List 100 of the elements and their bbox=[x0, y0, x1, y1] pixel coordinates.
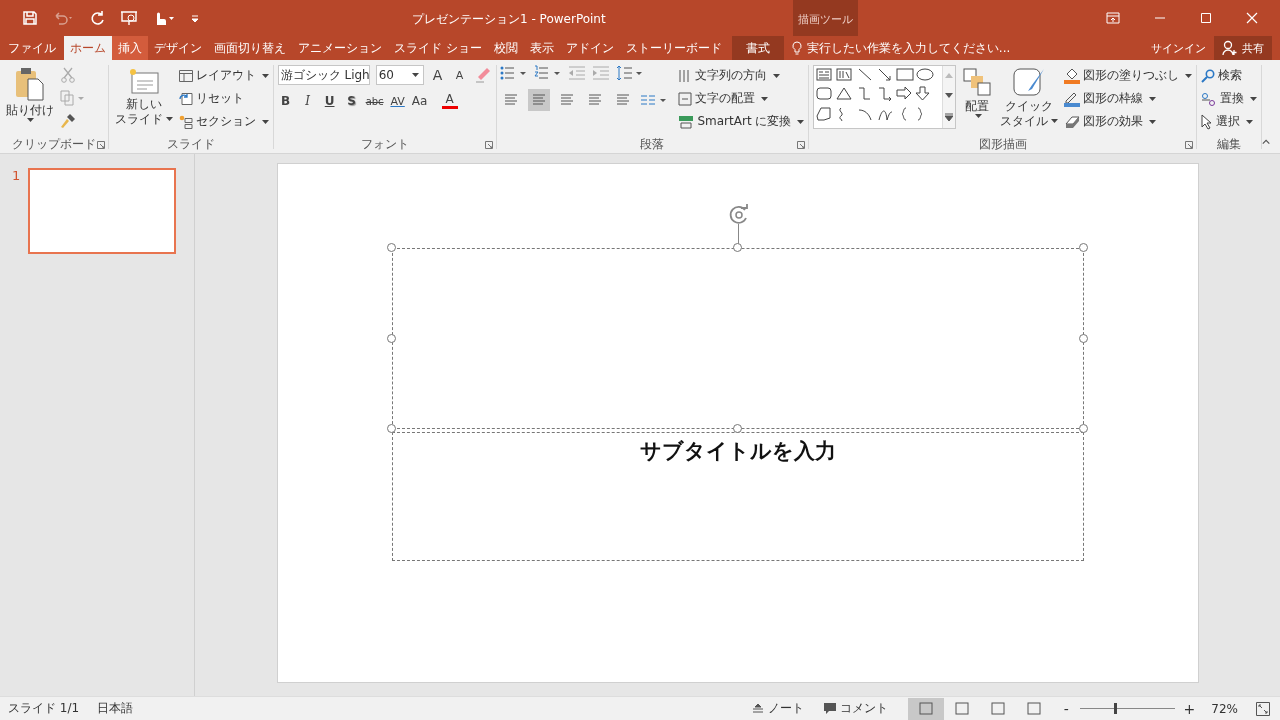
pen-icon bbox=[1064, 90, 1081, 107]
align-text-button[interactable]: 文字の配置 bbox=[678, 89, 769, 108]
caret-icon bbox=[411, 73, 419, 77]
arrange-button[interactable]: 配置 bbox=[960, 65, 995, 122]
bullets-icon[interactable] bbox=[500, 65, 529, 81]
format-button[interactable]: A bbox=[441, 93, 458, 109]
caret-icon bbox=[261, 119, 269, 124]
layout-button[interactable]: レイアウト bbox=[178, 66, 269, 85]
subtitle-placeholder[interactable]: サブタイトルを入力 bbox=[391, 432, 1084, 561]
zoom-level[interactable]: 72% bbox=[1211, 701, 1238, 716]
ribbon-tab[interactable]: 表示 bbox=[523, 36, 560, 60]
text-direction-button[interactable]: 文字列の方向 bbox=[678, 66, 781, 85]
placeholder-text: サブタイトルを入力 bbox=[639, 438, 836, 465]
notes-icon bbox=[752, 703, 765, 714]
resize-handle[interactable] bbox=[1078, 424, 1088, 433]
line-spacing-icon[interactable] bbox=[616, 65, 645, 81]
replace-button[interactable]: 置換 bbox=[1201, 89, 1258, 108]
resize-handle[interactable] bbox=[386, 243, 396, 252]
format-button[interactable]: U bbox=[321, 94, 338, 108]
resize-handle[interactable] bbox=[386, 333, 396, 343]
dialog-launcher-icon[interactable] bbox=[97, 141, 105, 149]
format-button[interactable]: Aa bbox=[411, 94, 428, 108]
ribbon-tab[interactable]: 校閲 bbox=[487, 36, 524, 60]
dialog-launcher-icon[interactable] bbox=[484, 141, 493, 149]
maximize-icon[interactable] bbox=[1200, 12, 1212, 24]
share-button[interactable]: 共有 bbox=[1214, 36, 1272, 60]
resize-handle[interactable] bbox=[1078, 333, 1088, 343]
format-button[interactable]: I bbox=[299, 94, 316, 108]
find-button[interactable]: 検索 bbox=[1201, 66, 1243, 85]
arrange-icon bbox=[962, 67, 993, 97]
ribbon-tab[interactable]: スライド ショー bbox=[388, 36, 488, 60]
scroll-down-icon[interactable] bbox=[945, 93, 954, 98]
ribbon-tab[interactable]: ストーリーボード bbox=[619, 36, 728, 60]
slide-thumbnail[interactable] bbox=[28, 168, 176, 254]
quick-styles-button[interactable]: クイック スタイル bbox=[998, 65, 1061, 131]
save-icon[interactable] bbox=[22, 10, 38, 26]
clipboard-icon bbox=[14, 67, 46, 101]
caret-icon bbox=[773, 73, 781, 78]
window-title: プレゼンテーション1 - PowerPoint bbox=[412, 11, 606, 28]
ribbon-display-icon[interactable] bbox=[1106, 11, 1120, 25]
person-add-icon bbox=[1222, 40, 1238, 56]
increase-indent-icon[interactable] bbox=[592, 66, 611, 80]
zoom-in-button[interactable]: + bbox=[1183, 700, 1196, 717]
collapse-ribbon-icon[interactable] bbox=[1261, 139, 1270, 145]
caret-icon bbox=[1250, 96, 1258, 101]
font-name-field[interactable]: 游ゴシック Ligh bbox=[277, 65, 370, 85]
close-icon[interactable] bbox=[1246, 12, 1258, 24]
view-icon[interactable] bbox=[908, 697, 945, 720]
resize-handle[interactable] bbox=[732, 424, 742, 433]
format-button[interactable]: AV bbox=[389, 94, 406, 108]
more-icon[interactable] bbox=[945, 112, 954, 121]
eraser-icon[interactable] bbox=[473, 67, 492, 83]
comments-button[interactable]: コメント bbox=[824, 700, 889, 717]
columns-icon[interactable] bbox=[640, 92, 669, 108]
sign-in-link[interactable]: サインイン bbox=[1143, 36, 1214, 60]
format-button[interactable]: abc bbox=[365, 95, 384, 107]
ribbon-tab[interactable]: 画面切り替え bbox=[208, 36, 292, 60]
resize-handle[interactable] bbox=[732, 243, 742, 252]
select-button[interactable]: 選択 bbox=[1201, 112, 1254, 131]
ribbon-tab[interactable]: ホーム bbox=[64, 36, 112, 60]
shape-effects-button[interactable]: 図形の効果 bbox=[1064, 112, 1157, 131]
ribbon-tab[interactable]: アニメーション bbox=[292, 36, 388, 60]
ribbon-tab[interactable]: 書式 bbox=[731, 36, 784, 60]
presentation-icon[interactable] bbox=[120, 10, 138, 26]
section-button[interactable]: セクション bbox=[178, 112, 269, 131]
new-slide-button[interactable]: 新しい スライド bbox=[112, 65, 175, 129]
notes-button[interactable]: ノート bbox=[752, 700, 805, 717]
ribbon-tab[interactable]: アドイン bbox=[559, 36, 620, 60]
reset-button[interactable]: リセット bbox=[178, 89, 244, 108]
section-icon bbox=[178, 114, 193, 129]
zoom-out-button[interactable]: - bbox=[1060, 700, 1073, 717]
align-icon[interactable] bbox=[528, 89, 551, 111]
lightbulb-icon bbox=[791, 41, 802, 55]
resize-handle[interactable] bbox=[386, 424, 396, 433]
grow-font-button[interactable]: A bbox=[429, 67, 446, 83]
language-indicator[interactable]: 日本語 bbox=[97, 700, 134, 717]
dialog-launcher-icon[interactable] bbox=[1185, 141, 1194, 149]
fit-to-window-icon[interactable] bbox=[1256, 701, 1270, 716]
tell-me-field[interactable]: 実行したい作業を入力してください... bbox=[791, 36, 1011, 60]
caret-icon bbox=[1246, 119, 1254, 124]
shape-outline-button[interactable]: 図形の枠線 bbox=[1064, 89, 1157, 108]
format-button[interactable]: B bbox=[277, 94, 294, 108]
ribbon-tab[interactable]: 挿入 bbox=[112, 36, 148, 60]
paste-button[interactable]: 貼り付け bbox=[4, 65, 56, 126]
shrink-font-button[interactable]: A bbox=[451, 68, 468, 82]
scissors-icon[interactable] bbox=[60, 67, 76, 83]
caret-icon bbox=[761, 96, 769, 101]
dialog-launcher-icon[interactable] bbox=[797, 141, 806, 149]
decrease-indent-icon[interactable] bbox=[568, 66, 587, 80]
format-painter-icon[interactable] bbox=[60, 113, 76, 129]
smartart-button[interactable]: SmartArt に変換 bbox=[678, 112, 805, 131]
redo-icon[interactable] bbox=[90, 10, 106, 26]
ribbon-tab[interactable]: デザイン bbox=[148, 36, 208, 60]
format-button[interactable]: S bbox=[343, 94, 360, 108]
shape-fill-button[interactable]: 図形の塗りつぶし bbox=[1064, 66, 1193, 85]
ribbon-tab[interactable]: ファイル bbox=[0, 36, 64, 60]
numbering-icon[interactable] bbox=[534, 65, 563, 81]
font-size-field[interactable]: 60 bbox=[375, 65, 424, 85]
new-slide-icon bbox=[127, 67, 160, 95]
resize-handle[interactable] bbox=[1078, 243, 1088, 252]
